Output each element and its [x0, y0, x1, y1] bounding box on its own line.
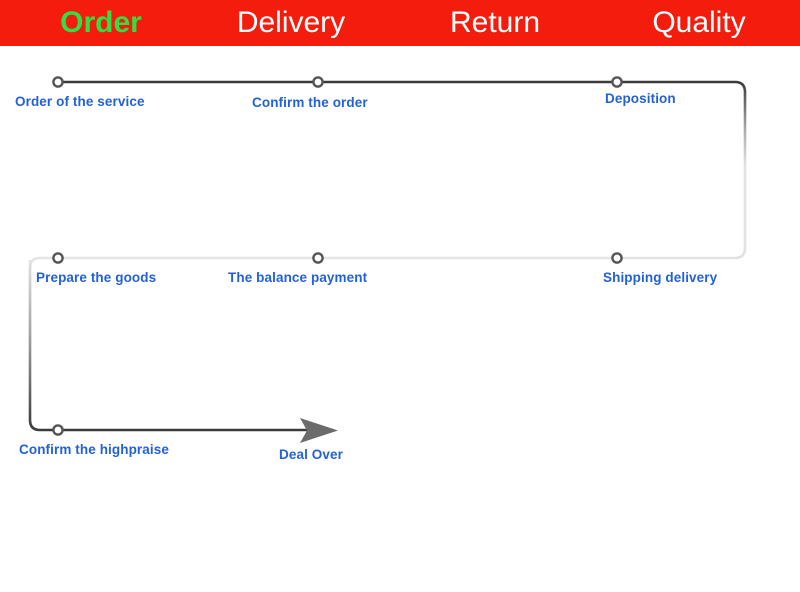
- flow-label-deal-over: Deal Over: [279, 447, 343, 462]
- flow-label-confirm-the-order: Confirm the order: [252, 95, 368, 110]
- top-tab-bar: Order Delivery Return Quality: [0, 0, 800, 46]
- tab-order[interactable]: Order: [16, 0, 186, 46]
- flow-label-confirm-the-highpraise: Confirm the highpraise: [19, 442, 169, 457]
- flow-node-prepare-the-goods[interactable]: [52, 252, 64, 264]
- tab-return[interactable]: Return: [410, 0, 580, 46]
- flow-node-confirm-the-highpraise[interactable]: [52, 424, 64, 436]
- flow-label-deposition: Deposition: [605, 91, 676, 106]
- flow-label-shipping-delivery: Shipping delivery: [603, 270, 718, 285]
- flowchart-canvas: [28, 76, 747, 443]
- flow-node-deposition[interactable]: [611, 76, 623, 88]
- flow-node-shipping-delivery[interactable]: [611, 252, 623, 264]
- flow-node-the-balance-payment[interactable]: [312, 252, 324, 264]
- flow-segment-right-connector: [618, 164, 747, 260]
- flow-node-order-of-the-service[interactable]: [52, 76, 64, 88]
- flow-label-the-balance-payment: The balance payment: [228, 270, 368, 285]
- tab-delivery[interactable]: Delivery: [206, 0, 376, 46]
- order-process-flowchart: Order of the service Confirm the order D…: [0, 46, 800, 592]
- flow-segment-left-connector: [28, 260, 58, 432]
- tab-quality[interactable]: Quality: [614, 0, 784, 46]
- flow-node-confirm-the-order[interactable]: [312, 76, 324, 88]
- flow-label-prepare-the-goods: Prepare the goods: [36, 270, 157, 285]
- flow-label-order-of-the-service: Order of the service: [15, 94, 145, 109]
